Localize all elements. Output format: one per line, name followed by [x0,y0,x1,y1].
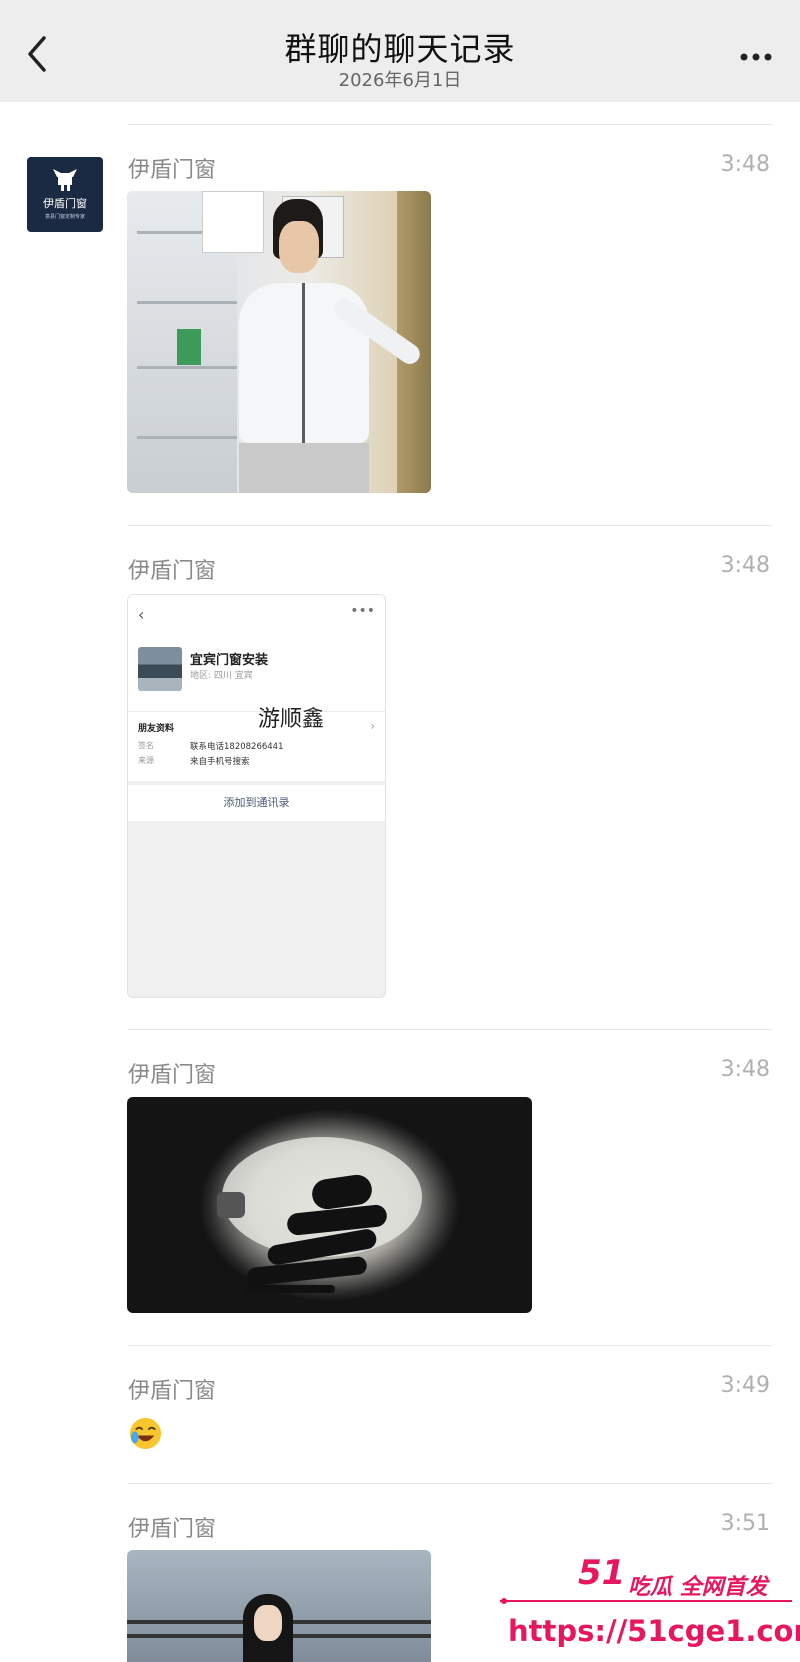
message-sender: 伊盾门窗 [128,1063,217,1088]
avatar-sub-text: 意县门窗定制专家 [44,214,85,220]
message-sender: 伊盾门窗 [128,158,217,183]
divider [128,1483,772,1484]
card-sig-key: 签名 [138,741,154,750]
card-divider [128,711,385,712]
card-profile-area: ‹ ••• 宜宾门窗安装 地区: 四川 宜宾 游顺鑫 朋友资料 › 签名 联系电… [128,595,385,781]
card-overlay-name: 游顺鑫 [258,707,325,732]
message-time: 3:51 [720,1511,770,1536]
message-time: 3:49 [720,1373,770,1398]
divider [128,525,772,526]
photo-message[interactable] [127,191,431,493]
card-friend-info: 朋友资料 [138,724,175,734]
header-bar: 群聊的聊天记录 2026年6月1日 [0,0,800,102]
message-sender: 伊盾门窗 [128,1379,217,1404]
laughing-emoji-icon[interactable] [128,1416,163,1451]
watermark-brand-text: 吃瓜 全网首发 [628,1575,768,1600]
card-sig-value: 联系电话18208266441 [190,742,284,752]
watermark-url: https://51cge1.com [508,1614,800,1648]
photo-message[interactable] [127,1097,532,1313]
message-time: 3:48 [720,152,770,177]
divider [128,1029,772,1030]
card-source-key: 来源 [138,756,154,765]
message-sender: 伊盾门窗 [128,559,217,584]
message-time: 3:48 [720,1057,770,1082]
divider [128,124,772,125]
chevron-left-icon: ‹ [138,605,145,624]
message-time: 3:48 [720,553,770,578]
contact-card-screenshot[interactable]: ‹ ••• 宜宾门窗安装 地区: 四川 宜宾 游顺鑫 朋友资料 › 签名 联系电… [127,594,386,998]
photo-message[interactable] [127,1550,431,1662]
card-avatar [138,647,182,691]
watermark-brand-number: 51 [578,1553,626,1593]
more-dots-icon[interactable] [736,42,776,72]
card-contact-name: 宜宾门窗安装 [190,653,269,668]
page-subtitle-date: 2026年6月1日 [338,70,462,91]
chevron-right-icon: › [370,719,375,733]
card-add-contact-button: 添加到通讯录 [128,785,385,821]
page-title: 群聊的聊天记录 [284,30,516,68]
logo-icon [53,169,77,191]
card-region: 地区: 四川 宜宾 [190,671,253,681]
avatar-logo-text: 伊盾门窗 [43,197,87,210]
card-source-value: 来自手机号搜索 [190,757,250,767]
more-dots-icon: ••• [350,603,375,619]
message-sender: 伊盾门窗 [128,1517,217,1542]
divider [128,1345,772,1346]
avatar[interactable]: 伊盾门窗 意县门窗定制专家 [27,157,103,232]
